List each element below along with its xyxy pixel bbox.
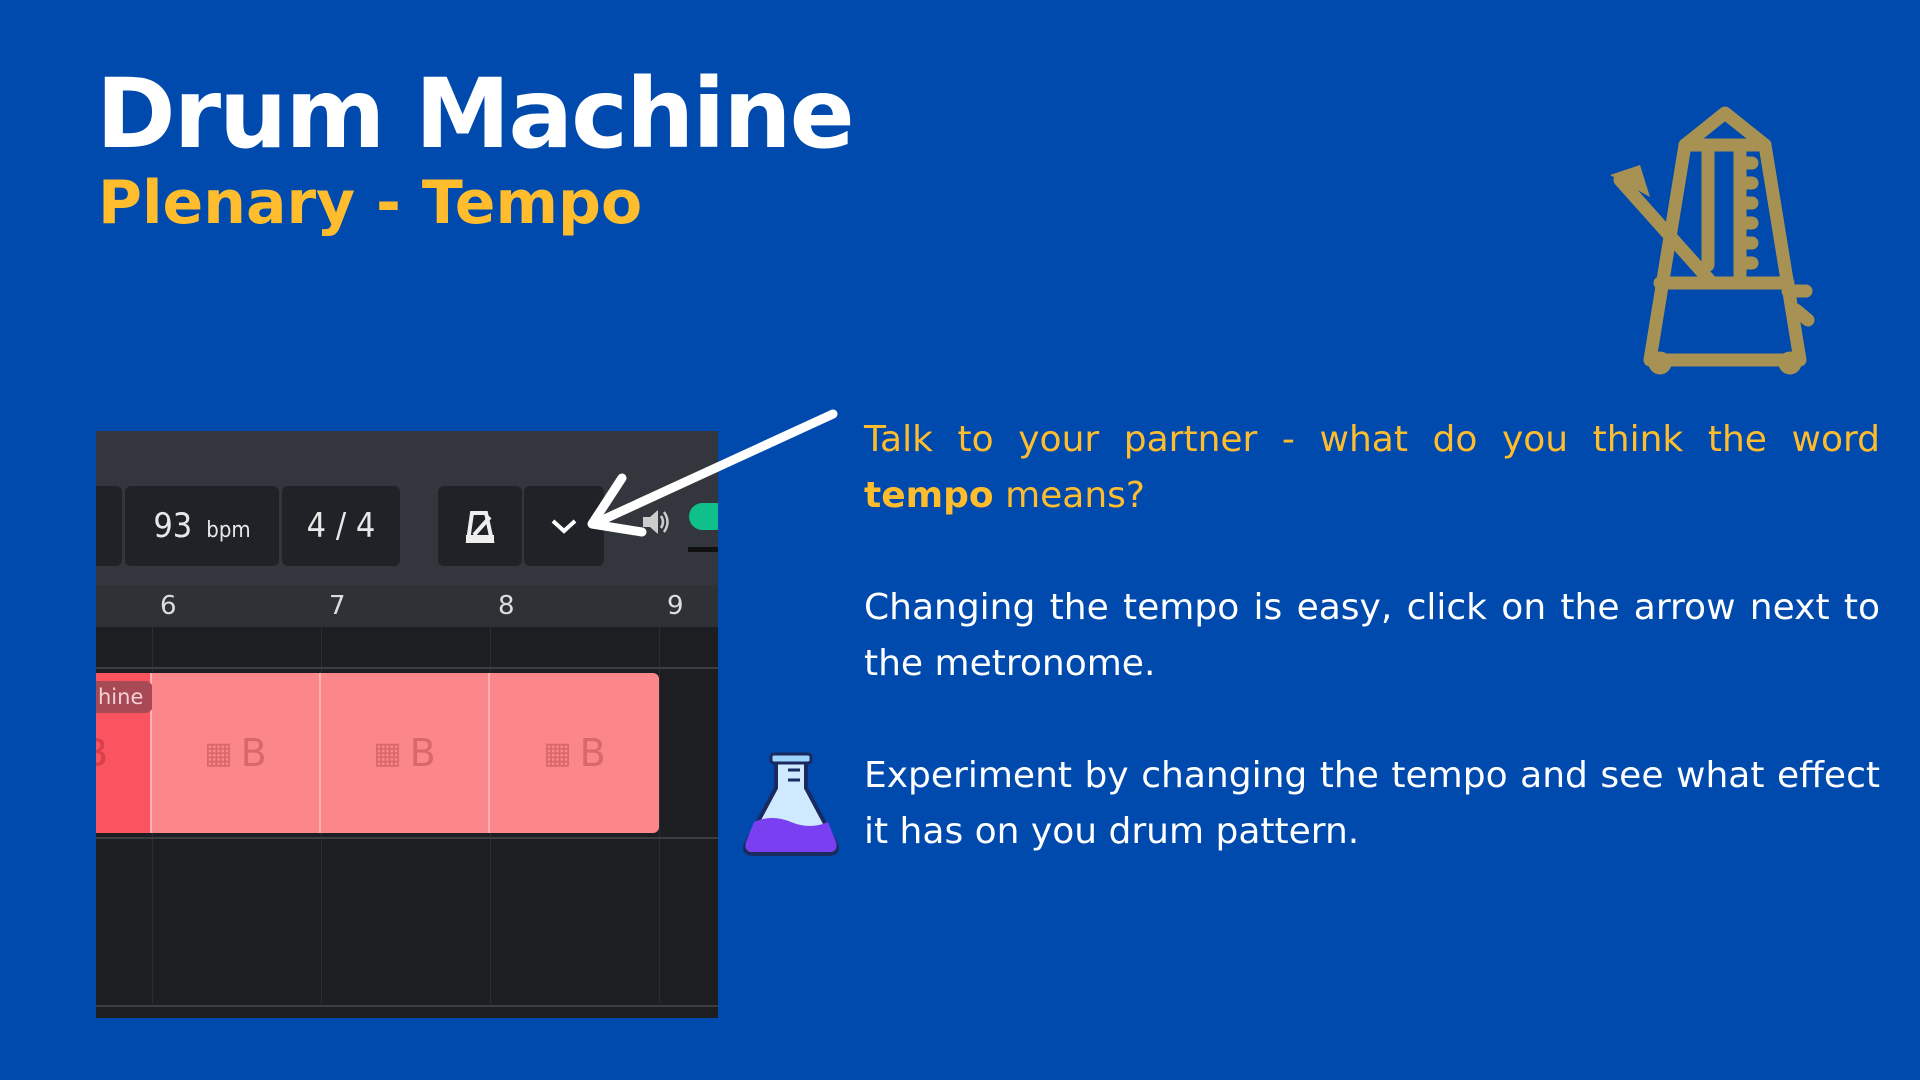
page-subtitle: Plenary - Tempo bbox=[98, 168, 643, 238]
instructions: Talk to your partner - what do you think… bbox=[864, 412, 1880, 916]
grid-icon: ▦ bbox=[204, 735, 233, 771]
arrow-icon bbox=[587, 409, 838, 537]
clip-name-tag: hine bbox=[96, 681, 154, 713]
question-text: Talk to your partner - what do you think… bbox=[864, 419, 1880, 460]
metronome-icon bbox=[465, 511, 495, 543]
clip-segment[interactable]: ▦ B bbox=[490, 673, 659, 833]
tempo-unit: bpm bbox=[206, 517, 251, 543]
track-divider bbox=[96, 1005, 718, 1007]
metronome-button[interactable] bbox=[438, 486, 522, 566]
instruction-paragraph: Changing the tempo is easy, click on the… bbox=[864, 587, 1880, 684]
ruler-mark: 8 bbox=[498, 591, 515, 621]
experiment-paragraph: Experiment by changing the tempo and see… bbox=[864, 755, 1880, 852]
transport-box-partial[interactable] bbox=[96, 486, 122, 566]
clip-label: B bbox=[240, 731, 267, 775]
question-text-end: means? bbox=[993, 475, 1146, 516]
clip-label: B bbox=[96, 731, 108, 775]
tempo-field[interactable]: 93 bpm bbox=[125, 486, 279, 566]
timeline-ruler[interactable] bbox=[96, 585, 718, 627]
grid-icon: ▦ bbox=[373, 735, 402, 771]
metronome-icon bbox=[1610, 106, 1815, 375]
clip-label: B bbox=[409, 731, 436, 775]
ruler-mark: 6 bbox=[160, 591, 177, 621]
tempo-value: 93 bbox=[153, 506, 193, 546]
keyword-tempo: tempo bbox=[864, 475, 994, 516]
track-divider bbox=[96, 837, 718, 839]
track-divider bbox=[96, 667, 718, 669]
ruler-mark: 7 bbox=[329, 591, 346, 621]
grid-icon: ▦ bbox=[543, 735, 572, 771]
page-title: Drum Machine bbox=[96, 58, 855, 170]
time-signature-field[interactable]: 4 / 4 bbox=[282, 486, 400, 566]
clip-segment[interactable]: ▦ B bbox=[321, 673, 490, 833]
ruler-mark: 9 bbox=[667, 591, 684, 621]
clip-label: B bbox=[579, 731, 606, 775]
question-paragraph: Talk to your partner - what do you think… bbox=[864, 412, 1880, 524]
flask-icon bbox=[743, 752, 839, 856]
clip-segment[interactable]: ▦ B bbox=[152, 673, 321, 833]
